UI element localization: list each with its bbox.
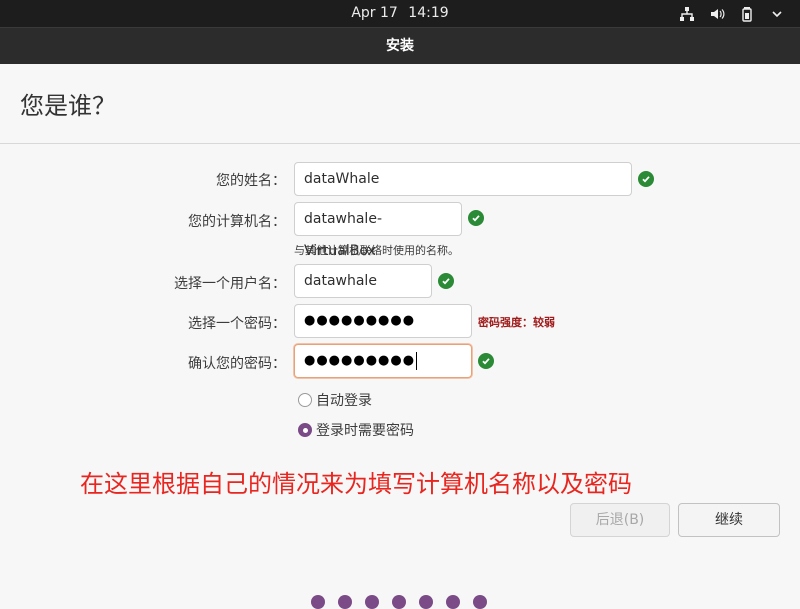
progress-dot xyxy=(311,595,325,609)
progress-dot xyxy=(446,595,460,609)
radio-unchecked-icon xyxy=(298,393,312,407)
time-text: 14:19 xyxy=(408,5,449,21)
password-label: 选择一个密码： xyxy=(188,316,286,332)
progress-dot xyxy=(338,595,352,609)
computer-name-label: 您的计算机名： xyxy=(188,214,286,230)
username-label: 选择一个用户名： xyxy=(174,276,286,292)
auto-login-radio[interactable]: 自动登录 xyxy=(298,390,372,410)
confirm-password-value: ●●●●●●●●● xyxy=(304,353,416,368)
page-title: 您是谁？ xyxy=(20,92,116,120)
name-value: dataWhale xyxy=(304,171,380,187)
username-value: datawhale xyxy=(304,273,377,289)
confirm-password-field[interactable]: ●●●●●●●●● xyxy=(294,344,472,378)
progress-dot xyxy=(365,595,379,609)
top-bar: Apr 17 14:19 xyxy=(0,0,800,27)
window-title-bar[interactable]: 安装 xyxy=(0,27,800,64)
name-field[interactable]: dataWhale xyxy=(294,162,632,196)
progress-dot xyxy=(473,595,487,609)
radio-checked-icon xyxy=(298,423,312,437)
page-header: 您是谁？ xyxy=(0,64,800,144)
continue-button[interactable]: 继续 xyxy=(678,503,780,537)
network-icon xyxy=(678,5,696,23)
progress-dot xyxy=(392,595,406,609)
progress-dots xyxy=(311,595,487,609)
annotation-text: 在这里根据自己的情况来为填写计算机名称以及密码 xyxy=(80,470,632,498)
name-valid-icon xyxy=(638,171,654,187)
system-menu-icon xyxy=(768,5,786,23)
confirm-password-valid-icon xyxy=(478,353,494,369)
name-label: 您的姓名： xyxy=(216,173,286,189)
battery-icon xyxy=(738,5,756,23)
window-title: 安装 xyxy=(386,38,414,54)
volume-icon xyxy=(708,5,726,23)
password-strength: 密码强度：较弱 xyxy=(478,316,555,329)
require-password-radio[interactable]: 登录时需要密码 xyxy=(298,420,414,440)
system-tray[interactable] xyxy=(678,0,786,27)
username-valid-icon xyxy=(438,273,454,289)
password-field[interactable]: ●●●●●●●●● xyxy=(294,304,472,338)
text-cursor xyxy=(416,351,418,370)
confirm-password-label: 确认您的密码： xyxy=(188,356,286,372)
back-button[interactable]: 后退(B) xyxy=(570,503,670,537)
progress-dot xyxy=(419,595,433,609)
password-value: ●●●●●●●●● xyxy=(304,313,416,328)
require-password-label: 登录时需要密码 xyxy=(316,423,414,439)
auto-login-label: 自动登录 xyxy=(316,393,372,409)
date-text: Apr 17 xyxy=(351,5,398,21)
username-field[interactable]: datawhale xyxy=(294,264,432,298)
computer-name-hint: 与其他计算机联络时使用的名称。 xyxy=(294,244,459,257)
computer-name-field[interactable]: datawhale-VirtualBox xyxy=(294,202,462,259)
computer-name-valid-icon xyxy=(468,210,484,226)
